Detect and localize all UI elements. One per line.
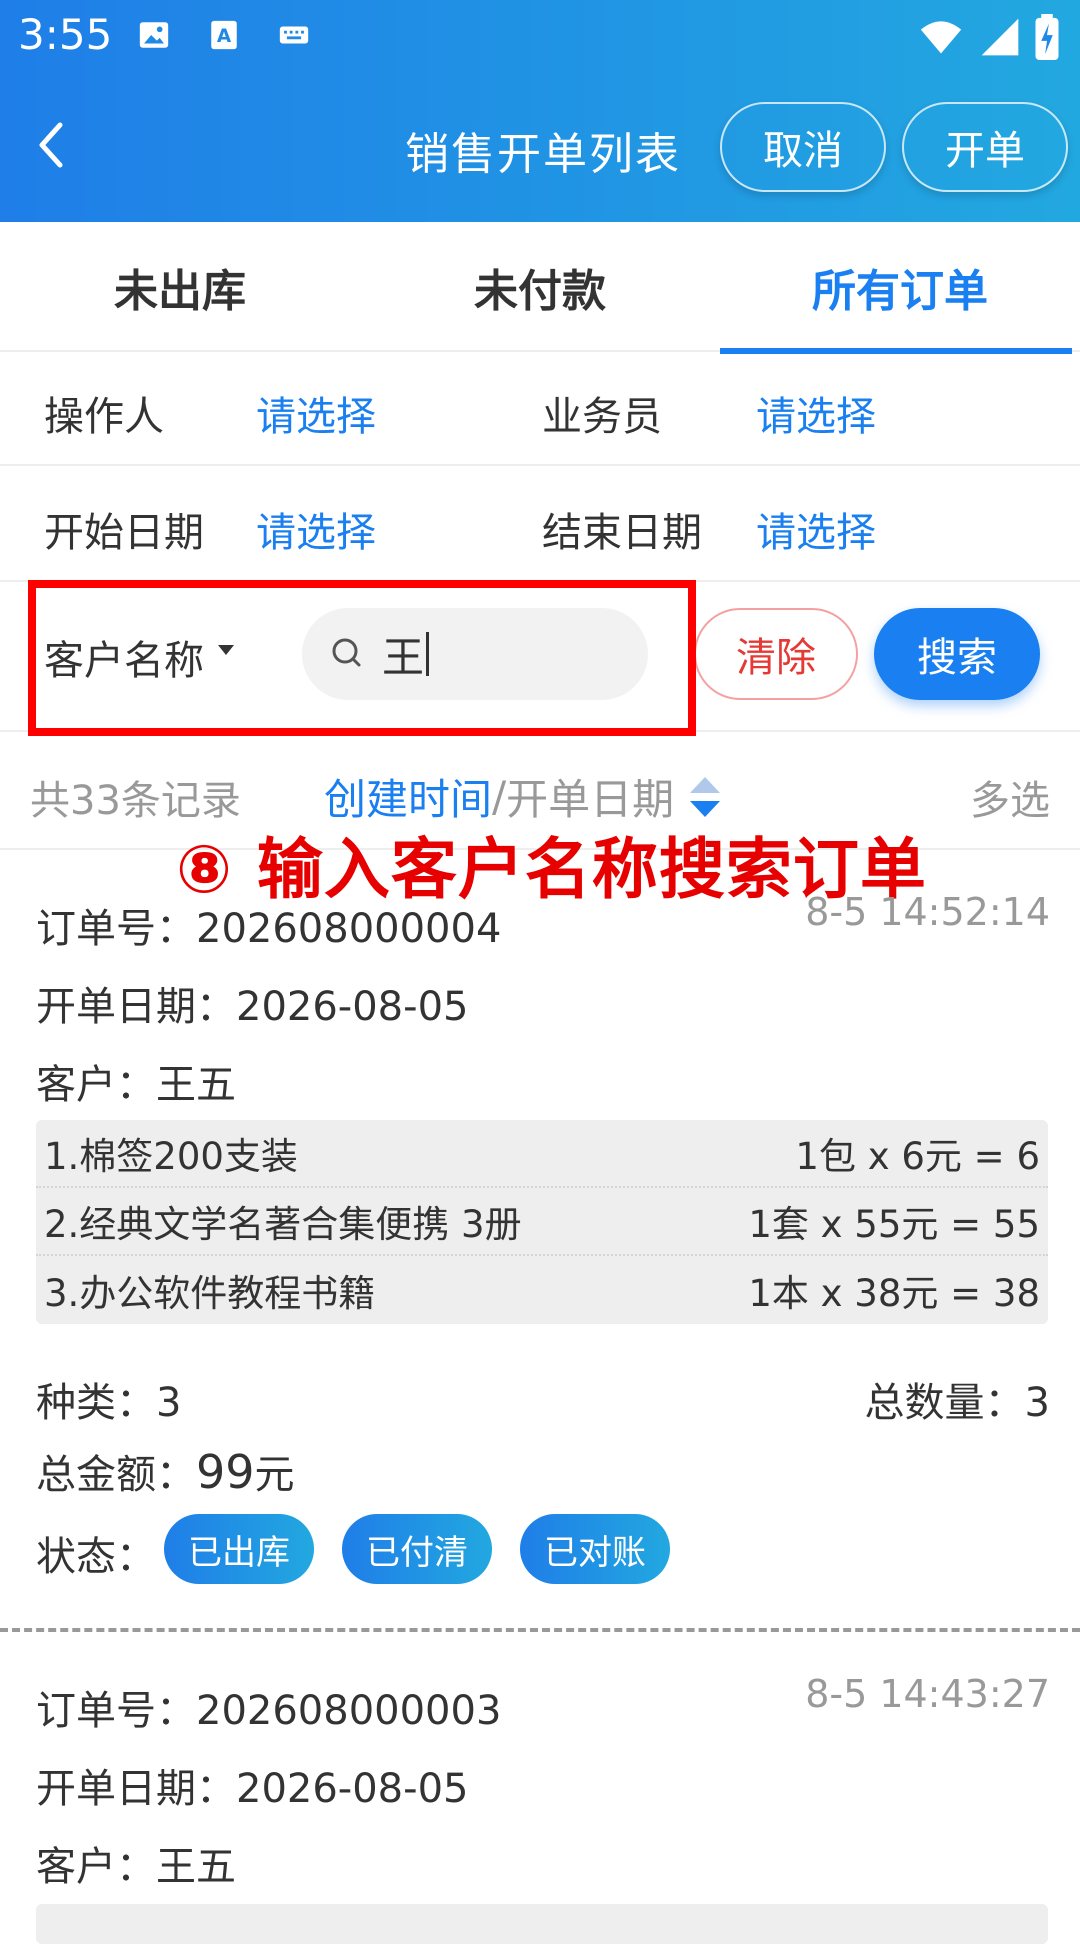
keyboard-icon bbox=[279, 26, 309, 44]
order-customer: 客户：王五 bbox=[36, 1052, 236, 1110]
status-time: 3:55 bbox=[18, 10, 113, 59]
order-card[interactable]: 订单号：202608000004 8-5 14:52:14 开单日期：2026-… bbox=[0, 850, 1080, 1630]
kinds-value: 3 bbox=[156, 1380, 182, 1426]
customer-value: 王五 bbox=[156, 1062, 236, 1108]
kinds-label: 种类： bbox=[36, 1380, 156, 1426]
order-items: 1.棉签200支装 1包 x 6元 = 6 2.经典文学名著合集便携 3册 1套… bbox=[36, 1120, 1048, 1324]
order-time: 8-5 14:52:14 bbox=[805, 890, 1050, 934]
system-icons bbox=[916, 14, 1060, 60]
app-header: 3:55 A 销售开单列表 取消 开单 bbox=[0, 0, 1080, 222]
order-kinds: 种类：3 bbox=[36, 1370, 181, 1428]
signal-icon bbox=[981, 18, 1019, 56]
salesman-select[interactable]: 请选择 bbox=[756, 384, 876, 442]
order-total-qty: 总数量：3 bbox=[865, 1370, 1050, 1428]
status-badge: 已出库 bbox=[164, 1514, 314, 1584]
status-bar: 3:55 A bbox=[0, 0, 1080, 76]
tab-unpaid[interactable]: 未付款 bbox=[360, 222, 720, 352]
order-number: 订单号：202608000003 bbox=[36, 1678, 501, 1736]
amount-unit: 元 bbox=[254, 1452, 295, 1498]
item-name: 3.办公软件教程书籍 bbox=[44, 1272, 376, 1315]
page-title: 销售开单列表 bbox=[405, 129, 681, 180]
cancel-button[interactable]: 取消 bbox=[720, 102, 886, 192]
operator-label: 操作人 bbox=[44, 394, 164, 440]
item-calc: 1包 x 6元 = 6 bbox=[795, 1135, 1040, 1178]
order-date-value: 2026-08-05 bbox=[236, 984, 469, 1030]
status-badge: 已对账 bbox=[520, 1514, 670, 1584]
qty-value: 3 bbox=[1024, 1380, 1050, 1426]
image-icon bbox=[139, 22, 169, 48]
start-date-label: 开始日期 bbox=[44, 510, 204, 556]
operator-select[interactable]: 请选择 bbox=[256, 384, 376, 442]
item-name: 1.棉签200支装 bbox=[44, 1135, 298, 1178]
highlight-box bbox=[28, 580, 696, 736]
order-number-value: 202608000003 bbox=[196, 1688, 502, 1734]
create-order-button[interactable]: 开单 bbox=[902, 102, 1068, 192]
svg-text:A: A bbox=[217, 26, 232, 47]
status-badge: 已付清 bbox=[342, 1514, 492, 1584]
back-arrow-icon[interactable] bbox=[28, 115, 78, 175]
item-calc: 1套 x 55元 = 55 bbox=[748, 1203, 1040, 1246]
qty-label: 总数量： bbox=[864, 1380, 1025, 1426]
item-name: 2.经典文学名著合集便携 3册 bbox=[44, 1203, 522, 1246]
amount-value: 99 bbox=[196, 1445, 255, 1499]
multi-select-button[interactable]: 多选 bbox=[970, 768, 1050, 826]
notification-icons: A bbox=[135, 18, 313, 52]
search-button[interactable]: 搜索 bbox=[874, 608, 1040, 700]
customer-label: 客户： bbox=[36, 1844, 156, 1890]
text-a-icon: A bbox=[211, 20, 237, 50]
order-items bbox=[36, 1904, 1048, 1944]
salesman-label: 业务员 bbox=[542, 394, 662, 440]
order-number-label: 订单号： bbox=[36, 1688, 196, 1734]
order-time: 8-5 14:43:27 bbox=[805, 1672, 1050, 1716]
order-number-label: 订单号： bbox=[36, 906, 196, 952]
list-item: 2.经典文学名著合集便携 3册 1套 x 55元 = 55 bbox=[36, 1188, 1048, 1256]
order-date: 开单日期：2026-08-05 bbox=[36, 974, 468, 1032]
order-status-label: 状态： bbox=[36, 1534, 156, 1580]
order-number: 订单号：202608000004 bbox=[36, 896, 501, 954]
filter-row-dates: 开始日期 请选择 结束日期 请选择 bbox=[0, 468, 1080, 582]
list-item: 3.办公软件教程书籍 1本 x 38元 = 38 bbox=[36, 1256, 1048, 1324]
clear-button[interactable]: 清除 bbox=[694, 608, 858, 700]
tab-not-shipped[interactable]: 未出库 bbox=[0, 222, 360, 352]
item-calc: 1本 x 38元 = 38 bbox=[748, 1272, 1040, 1315]
sort-icon[interactable] bbox=[688, 775, 722, 819]
order-customer: 客户：王五 bbox=[36, 1834, 236, 1892]
sort-separator: / bbox=[492, 772, 507, 821]
tab-all-orders[interactable]: 所有订单 bbox=[720, 222, 1080, 354]
customer-label: 客户： bbox=[36, 1062, 156, 1108]
end-date-select[interactable]: 请选择 bbox=[756, 500, 876, 558]
order-tabs: 未出库 未付款 所有订单 bbox=[0, 222, 1080, 354]
order-date: 开单日期：2026-08-05 bbox=[36, 1756, 468, 1814]
amount-label: 总金额： bbox=[36, 1452, 196, 1498]
wifi-icon bbox=[920, 21, 962, 54]
order-date-label: 开单日期： bbox=[36, 1766, 236, 1812]
order-date-value: 2026-08-05 bbox=[236, 1766, 469, 1812]
order-date-label: 开单日期： bbox=[36, 984, 236, 1030]
battery-icon bbox=[1035, 14, 1059, 60]
list-item: 1.棉签200支装 1包 x 6元 = 6 bbox=[36, 1120, 1048, 1188]
start-date-select[interactable]: 请选择 bbox=[256, 500, 376, 558]
order-total-amount: 总金额：99元 bbox=[36, 1442, 295, 1500]
end-date-label: 结束日期 bbox=[542, 510, 702, 556]
customer-value: 王五 bbox=[156, 1844, 236, 1890]
order-card[interactable]: 订单号：202608000003 8-5 14:43:27 开单日期：2026-… bbox=[0, 1632, 1080, 1944]
filter-row-people: 操作人 请选择 业务员 请选择 bbox=[0, 352, 1080, 466]
order-number-value: 202608000004 bbox=[196, 906, 502, 952]
